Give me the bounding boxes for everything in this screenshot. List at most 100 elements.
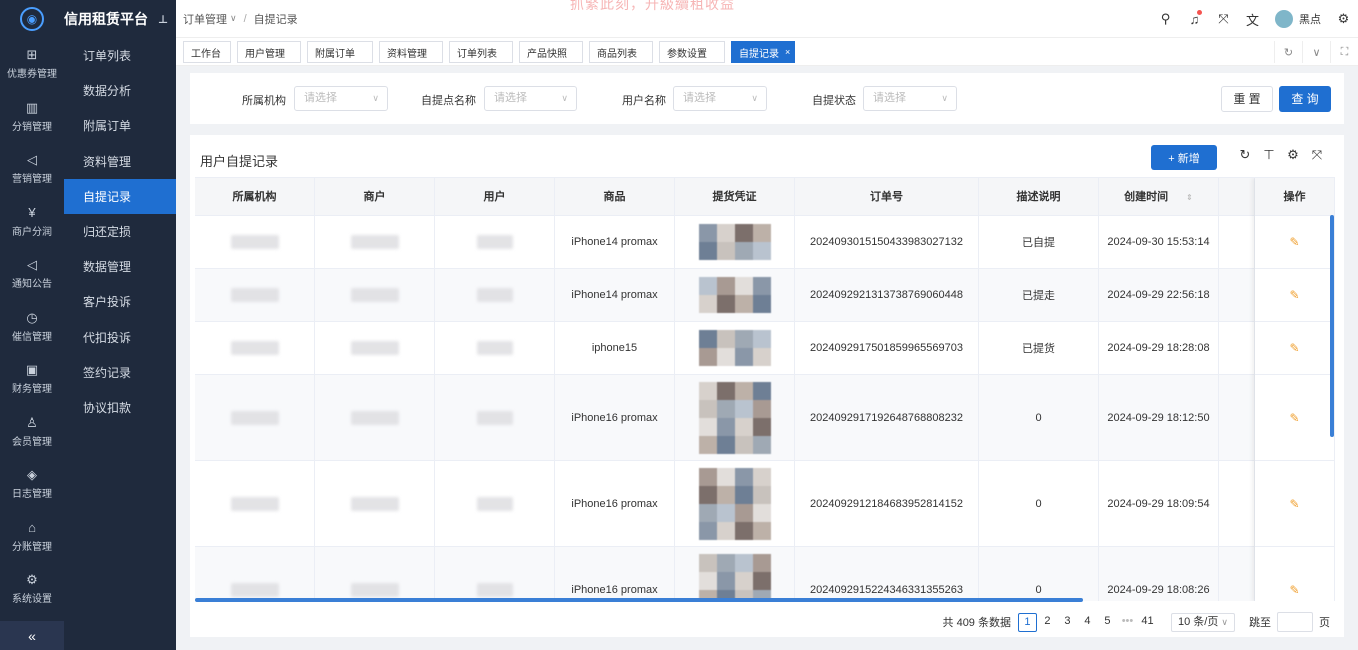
voucher-pixel bbox=[734, 330, 753, 348]
pickup-voucher-image[interactable] bbox=[698, 553, 771, 601]
voucher-pixel bbox=[734, 435, 753, 454]
table-cell: iPhone14 promax bbox=[555, 216, 675, 268]
filter-select[interactable]: 请选择 ∨ bbox=[863, 86, 957, 111]
refresh-icon[interactable]: ↻ bbox=[1233, 147, 1257, 163]
filter-select[interactable]: 请选择 ∨ bbox=[673, 86, 767, 111]
sidebar-item[interactable]: 数据分析 bbox=[64, 73, 176, 108]
fullscreen-table-icon[interactable]: ⤧ bbox=[1305, 147, 1329, 163]
pickup-voucher-image[interactable] bbox=[698, 381, 771, 454]
chevron-down-icon: ∨ bbox=[1221, 616, 1228, 627]
filter-label: 用户名称 bbox=[622, 95, 666, 107]
bell-icon[interactable]: ♫ bbox=[1180, 9, 1209, 27]
pickup-voucher-image[interactable] bbox=[698, 277, 771, 313]
collapse-sidebar-button[interactable]: « bbox=[0, 621, 64, 650]
table-cell bbox=[1219, 375, 1255, 460]
records-panel: 用户自提记录 + 新增 ↻ ⊤ ⚙ ⤧ 所属机构 商户 用户 商品 提货凭证 订单号 描述说… bbox=[190, 135, 1344, 637]
tab[interactable]: 工作台 bbox=[183, 41, 231, 63]
tab[interactable]: 附属订单 bbox=[307, 41, 373, 63]
sidebar-item[interactable]: 客户投诉 bbox=[64, 284, 176, 319]
page-number[interactable]: 4 bbox=[1078, 613, 1097, 632]
rail-item[interactable]: ▣ 财务管理 bbox=[0, 353, 64, 406]
tab[interactable]: 商品列表 bbox=[589, 41, 653, 63]
page-number[interactable]: 2 bbox=[1038, 613, 1057, 632]
pickup-voucher-image[interactable] bbox=[698, 467, 771, 540]
page-size-select[interactable]: 10 条/页 ∨ bbox=[1170, 612, 1235, 632]
sidebar-item[interactable]: 签约记录 bbox=[64, 355, 176, 390]
rail-item[interactable]: ◁ 通知公告 bbox=[0, 248, 64, 301]
edit-icon[interactable]: ✎ bbox=[1289, 497, 1299, 511]
sidebar-item[interactable]: 协议扣款 bbox=[64, 390, 176, 425]
sidebar-item[interactable]: 资料管理 bbox=[64, 144, 176, 179]
split-icon: ⌂ bbox=[28, 519, 36, 535]
tab[interactable]: 产品快照 bbox=[519, 41, 583, 63]
sidebar-item[interactable]: 订单列表 bbox=[64, 38, 176, 73]
sidebar-item[interactable]: 数据管理 bbox=[64, 249, 176, 284]
column-height-icon[interactable]: ⊤ bbox=[1257, 147, 1281, 163]
voucher-pixel bbox=[716, 330, 735, 348]
rail-item[interactable]: ⌂ 分账管理 bbox=[0, 511, 64, 564]
order-number: 2024093015150433983027132 bbox=[810, 236, 963, 248]
tab[interactable]: 自提记录 × bbox=[731, 41, 795, 63]
column-header[interactable]: 创建时间 ⇕ bbox=[1099, 178, 1219, 216]
breadcrumb-parent[interactable]: 订单管理 bbox=[183, 11, 227, 27]
reset-button[interactable]: 重 置 bbox=[1221, 86, 1273, 112]
sidebar-item[interactable]: 归还定损 bbox=[64, 214, 176, 249]
filter-select[interactable]: 请选择 ∨ bbox=[294, 86, 388, 111]
edit-icon[interactable]: ✎ bbox=[1289, 341, 1299, 355]
table-cell bbox=[315, 269, 435, 321]
rail-item[interactable]: ▥ 分销管理 bbox=[0, 91, 64, 144]
sidebar-item[interactable]: 附属订单 bbox=[64, 108, 176, 143]
rail-item[interactable]: ⚙ 系统设置 bbox=[0, 563, 64, 616]
fullscreen-icon[interactable]: ⤧ bbox=[1209, 11, 1238, 27]
translate-icon[interactable]: 文 bbox=[1238, 10, 1267, 29]
maximize-icon[interactable]: ⛶ bbox=[1330, 41, 1358, 63]
page-ellipsis[interactable]: ••• bbox=[1118, 613, 1137, 632]
tab[interactable]: 订单列表 bbox=[449, 41, 513, 63]
user-name[interactable]: 黑点 bbox=[1299, 11, 1321, 27]
close-tab-icon[interactable]: × bbox=[785, 47, 790, 57]
redacted-text bbox=[476, 410, 513, 425]
edit-icon[interactable]: ✎ bbox=[1289, 288, 1299, 302]
rail-item[interactable]: ¥ 商户分润 bbox=[0, 196, 64, 249]
column-settings-icon[interactable]: ⚙ bbox=[1281, 147, 1305, 163]
tab[interactable]: 用户管理 bbox=[237, 41, 301, 63]
rail-item[interactable]: ◷ 催信管理 bbox=[0, 301, 64, 354]
settings-gear-icon[interactable]: ⚙ bbox=[1329, 11, 1358, 27]
page-number[interactable]: 1 bbox=[1017, 612, 1037, 632]
filter-select[interactable]: 请选择 ∨ bbox=[484, 86, 577, 111]
edit-icon[interactable]: ✎ bbox=[1289, 411, 1299, 425]
rail-item[interactable]: ◈ 日志管理 bbox=[0, 458, 64, 511]
pin-icon[interactable]: ⊥ bbox=[158, 13, 168, 26]
sidebar-item[interactable]: 自提记录 bbox=[64, 178, 176, 214]
add-button[interactable]: + 新增 bbox=[1151, 145, 1217, 170]
query-button[interactable]: 查 询 bbox=[1279, 86, 1331, 112]
vertical-scrollbar[interactable] bbox=[1330, 215, 1334, 437]
page-number[interactable]: 5 bbox=[1098, 613, 1117, 632]
table-cell bbox=[675, 269, 795, 321]
page-number[interactable]: 3 bbox=[1058, 613, 1077, 632]
jump-page-input[interactable] bbox=[1277, 612, 1313, 632]
pickup-voucher-image[interactable] bbox=[698, 224, 771, 260]
sidebar-item[interactable]: 代扣投诉 bbox=[64, 320, 176, 355]
redacted-text bbox=[476, 582, 513, 597]
sort-icon[interactable]: ⇕ bbox=[1186, 193, 1193, 202]
tab[interactable]: 参数设置 bbox=[659, 41, 725, 63]
tab-menu-chevron-icon[interactable]: ∨ bbox=[1302, 41, 1330, 63]
table-cell: 2024092915224346331355263 bbox=[795, 547, 979, 601]
rail-item[interactable]: ⊞ 优惠券管理 bbox=[0, 38, 64, 91]
tab[interactable]: 资料管理 bbox=[379, 41, 443, 63]
table-cell bbox=[1219, 216, 1255, 268]
rail-item[interactable]: ♙ 会员管理 bbox=[0, 406, 64, 459]
pickup-voucher-image[interactable] bbox=[698, 330, 771, 366]
refresh-tab-icon[interactable]: ↻ bbox=[1274, 41, 1302, 63]
page-number[interactable]: 41 bbox=[1138, 613, 1157, 632]
rail-item[interactable]: ◁ 营销管理 bbox=[0, 143, 64, 196]
table-cell: 2024092912184683952814152 bbox=[795, 461, 979, 546]
search-icon[interactable]: ⚲ bbox=[1151, 11, 1180, 27]
chevron-down-icon: ∨ bbox=[230, 13, 237, 23]
horizontal-scrollbar[interactable] bbox=[195, 598, 1083, 602]
edit-icon[interactable]: ✎ bbox=[1289, 235, 1299, 249]
edit-icon[interactable]: ✎ bbox=[1289, 583, 1299, 597]
avatar[interactable] bbox=[1275, 10, 1293, 28]
breadcrumb-separator: / bbox=[243, 12, 247, 25]
